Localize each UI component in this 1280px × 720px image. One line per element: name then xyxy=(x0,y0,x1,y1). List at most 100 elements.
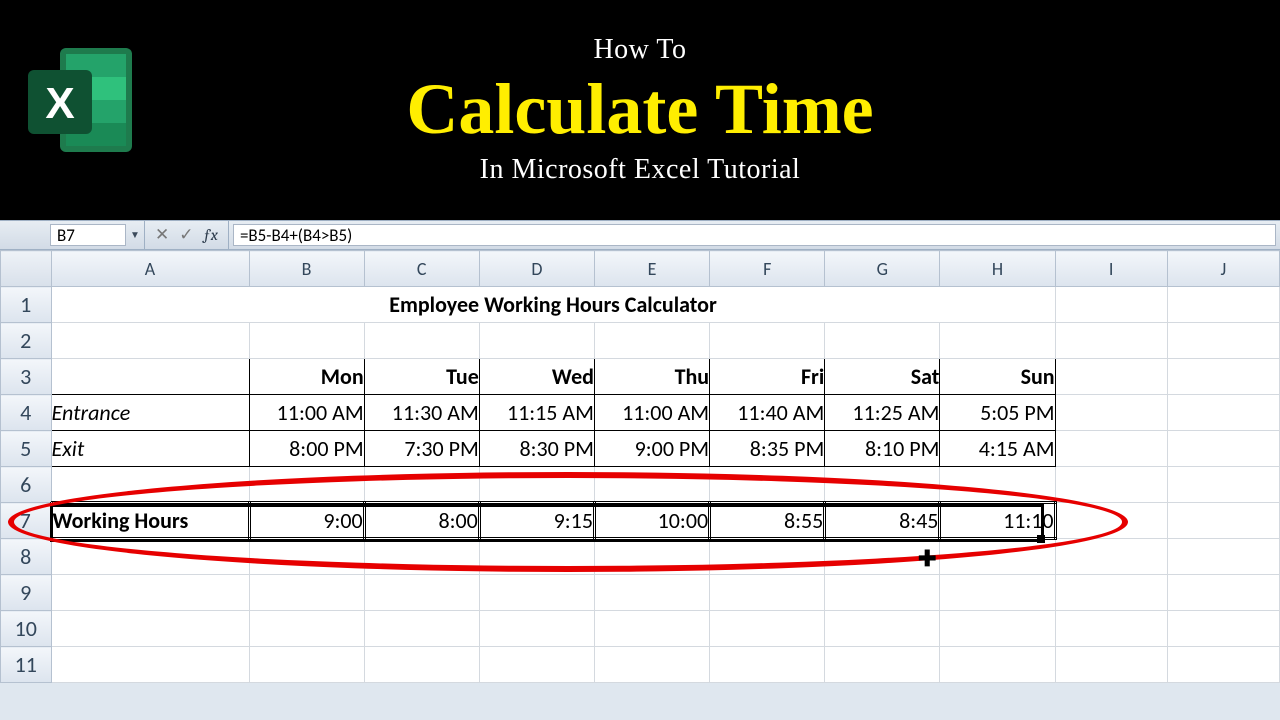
cell[interactable] xyxy=(1055,647,1167,683)
cell-H4[interactable]: 5:05 PM xyxy=(940,395,1055,431)
cell-E7[interactable]: 10:00 xyxy=(594,503,709,539)
name-box[interactable]: B7 xyxy=(50,224,126,246)
cell[interactable] xyxy=(249,611,364,647)
cell-A5[interactable]: Exit xyxy=(51,431,249,467)
col-header-I[interactable]: I xyxy=(1055,251,1167,287)
cell-C5[interactable]: 7:30 PM xyxy=(364,431,479,467)
cell-H3[interactable]: Sun xyxy=(940,359,1055,395)
cell[interactable] xyxy=(1055,323,1167,359)
cell-G5[interactable]: 8:10 PM xyxy=(825,431,940,467)
cell-E4[interactable]: 11:00 AM xyxy=(594,395,709,431)
cell-H7[interactable]: 11:10 xyxy=(940,503,1055,539)
cell[interactable] xyxy=(364,323,479,359)
row-header-11[interactable]: 11 xyxy=(1,647,52,683)
col-header-C[interactable]: C xyxy=(364,251,479,287)
cell[interactable] xyxy=(594,539,709,575)
cell[interactable] xyxy=(51,575,249,611)
cell[interactable] xyxy=(825,647,940,683)
cell[interactable] xyxy=(710,611,825,647)
cell[interactable] xyxy=(364,647,479,683)
cell[interactable] xyxy=(364,575,479,611)
col-header-A[interactable]: A xyxy=(51,251,249,287)
cell[interactable] xyxy=(479,323,594,359)
cell[interactable] xyxy=(825,575,940,611)
row-header-7[interactable]: 7 xyxy=(1,503,52,539)
cell-A3[interactable] xyxy=(51,359,249,395)
cell-B7[interactable]: 9:00 xyxy=(249,503,364,539)
cell[interactable] xyxy=(364,611,479,647)
cell-E3[interactable]: Thu xyxy=(594,359,709,395)
cell[interactable] xyxy=(1055,431,1167,467)
row-header-3[interactable]: 3 xyxy=(1,359,52,395)
cell-D5[interactable]: 8:30 PM xyxy=(479,431,594,467)
cell[interactable] xyxy=(51,467,249,503)
cell[interactable] xyxy=(825,323,940,359)
cell[interactable] xyxy=(479,467,594,503)
col-header-F[interactable]: F xyxy=(710,251,825,287)
cell[interactable] xyxy=(940,647,1055,683)
cell-G7[interactable]: 8:45 xyxy=(825,503,940,539)
select-all-corner[interactable] xyxy=(1,251,52,287)
row-header-5[interactable]: 5 xyxy=(1,431,52,467)
cell[interactable] xyxy=(249,467,364,503)
col-header-H[interactable]: H xyxy=(940,251,1055,287)
cell[interactable] xyxy=(249,539,364,575)
cell[interactable] xyxy=(51,647,249,683)
cell[interactable] xyxy=(1055,467,1167,503)
cell[interactable] xyxy=(940,575,1055,611)
row-header-2[interactable]: 2 xyxy=(1,323,52,359)
cell[interactable] xyxy=(1055,287,1167,323)
cell[interactable] xyxy=(1055,611,1167,647)
col-header-E[interactable]: E xyxy=(594,251,709,287)
cell-D3[interactable]: Wed xyxy=(479,359,594,395)
cell-B3[interactable]: Mon xyxy=(249,359,364,395)
cell[interactable] xyxy=(1055,575,1167,611)
cell[interactable] xyxy=(710,539,825,575)
cell[interactable] xyxy=(710,647,825,683)
cell[interactable] xyxy=(940,611,1055,647)
sheet-title[interactable]: Employee Working Hours Calculator xyxy=(51,287,1055,323)
cell[interactable] xyxy=(1167,575,1279,611)
cell-E5[interactable]: 9:00 PM xyxy=(594,431,709,467)
cell[interactable] xyxy=(364,467,479,503)
cell[interactable] xyxy=(825,467,940,503)
cell[interactable] xyxy=(1167,287,1279,323)
row-header-8[interactable]: 8 xyxy=(1,539,52,575)
cell[interactable] xyxy=(1055,503,1167,539)
enter-icon[interactable]: ✓ xyxy=(179,225,193,245)
cell[interactable] xyxy=(51,323,249,359)
fx-icon[interactable]: ƒx xyxy=(204,226,218,244)
cell[interactable] xyxy=(594,575,709,611)
cell[interactable] xyxy=(1167,503,1279,539)
row-header-6[interactable]: 6 xyxy=(1,467,52,503)
cell[interactable] xyxy=(940,539,1055,575)
cell[interactable] xyxy=(710,467,825,503)
cell[interactable] xyxy=(1055,539,1167,575)
cell-B4[interactable]: 11:00 AM xyxy=(249,395,364,431)
cell-C7[interactable]: 8:00 xyxy=(364,503,479,539)
cell[interactable] xyxy=(1167,647,1279,683)
cell-D7[interactable]: 9:15 xyxy=(479,503,594,539)
cell-F5[interactable]: 8:35 PM xyxy=(710,431,825,467)
cell-A4[interactable]: Entrance xyxy=(51,395,249,431)
cell[interactable] xyxy=(825,611,940,647)
name-box-dropdown-icon[interactable]: ▼ xyxy=(126,230,144,241)
cell[interactable] xyxy=(479,611,594,647)
row-header-1[interactable]: 1 xyxy=(1,287,52,323)
cell-A7[interactable]: Working Hours xyxy=(51,503,249,539)
cell[interactable] xyxy=(1167,539,1279,575)
col-header-B[interactable]: B xyxy=(249,251,364,287)
cell[interactable] xyxy=(249,647,364,683)
cell[interactable] xyxy=(249,575,364,611)
cell-C3[interactable]: Tue xyxy=(364,359,479,395)
cell[interactable] xyxy=(1167,467,1279,503)
cell[interactable] xyxy=(594,467,709,503)
cancel-icon[interactable]: ✕ xyxy=(155,225,169,245)
col-header-D[interactable]: D xyxy=(479,251,594,287)
cell[interactable] xyxy=(710,575,825,611)
cell[interactable] xyxy=(479,539,594,575)
cell[interactable] xyxy=(710,323,825,359)
cell[interactable] xyxy=(940,323,1055,359)
row-header-4[interactable]: 4 xyxy=(1,395,52,431)
cell-F3[interactable]: Fri xyxy=(710,359,825,395)
